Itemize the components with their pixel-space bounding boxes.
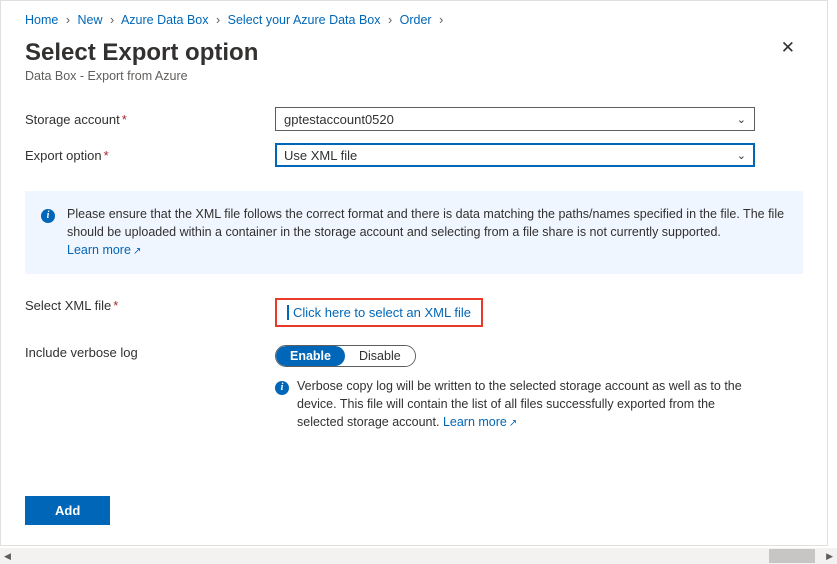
scrollbar-thumb[interactable] (769, 549, 815, 563)
breadcrumb-home[interactable]: Home (25, 13, 58, 27)
chevron-down-icon: ⌄ (737, 113, 746, 126)
select-xml-label: Select XML file* (25, 298, 275, 313)
export-option-value: Use XML file (284, 148, 357, 163)
verbose-log-toggle[interactable]: Enable Disable (275, 345, 416, 367)
scroll-right-icon[interactable]: ▶ (822, 551, 837, 562)
page-title: Select Export option (25, 39, 258, 67)
verbose-learn-more-link[interactable]: Learn more↗ (443, 415, 517, 429)
verbose-info-text: Verbose copy log will be written to the … (297, 377, 745, 432)
breadcrumb-select-your-data-box[interactable]: Select your Azure Data Box (228, 13, 381, 27)
chevron-right-icon: › (439, 13, 443, 27)
storage-account-select[interactable]: gptestaccount0520 ⌄ (275, 107, 755, 131)
info-icon: i (275, 377, 289, 432)
breadcrumb-order[interactable]: Order (400, 13, 432, 27)
chevron-right-icon: › (110, 13, 114, 27)
scroll-left-icon[interactable]: ◀ (0, 551, 15, 562)
external-link-icon: ↗ (509, 418, 517, 429)
chevron-right-icon: › (66, 13, 70, 27)
learn-more-link[interactable]: Learn more↗ (67, 243, 141, 257)
toggle-enable[interactable]: Enable (276, 346, 345, 366)
breadcrumb-azure-data-box[interactable]: Azure Data Box (121, 13, 209, 27)
verbose-log-label: Include verbose log (25, 345, 275, 360)
storage-account-value: gptestaccount0520 (284, 112, 394, 127)
info-text: Please ensure that the XML file follows … (67, 207, 784, 239)
select-xml-file-button[interactable]: Click here to select an XML file (275, 298, 483, 327)
storage-account-label: Storage account* (25, 112, 275, 127)
external-link-icon: ↗ (133, 246, 141, 257)
info-icon: i (41, 205, 55, 219)
breadcrumb: Home › New › Azure Data Box › Select you… (25, 13, 803, 27)
close-icon[interactable]: ✕ (773, 35, 803, 60)
breadcrumb-new[interactable]: New (77, 13, 102, 27)
export-option-label: Export option* (25, 148, 275, 163)
toggle-disable[interactable]: Disable (345, 346, 415, 366)
chevron-right-icon: › (388, 13, 392, 27)
export-option-select[interactable]: Use XML file ⌄ (275, 143, 755, 167)
chevron-right-icon: › (216, 13, 220, 27)
page-subtitle: Data Box - Export from Azure (25, 69, 258, 83)
info-callout: i Please ensure that the XML file follow… (25, 191, 803, 274)
add-button[interactable]: Add (25, 496, 110, 525)
horizontal-scrollbar[interactable]: ◀ ▶ (0, 548, 837, 564)
chevron-down-icon: ⌄ (737, 149, 746, 162)
